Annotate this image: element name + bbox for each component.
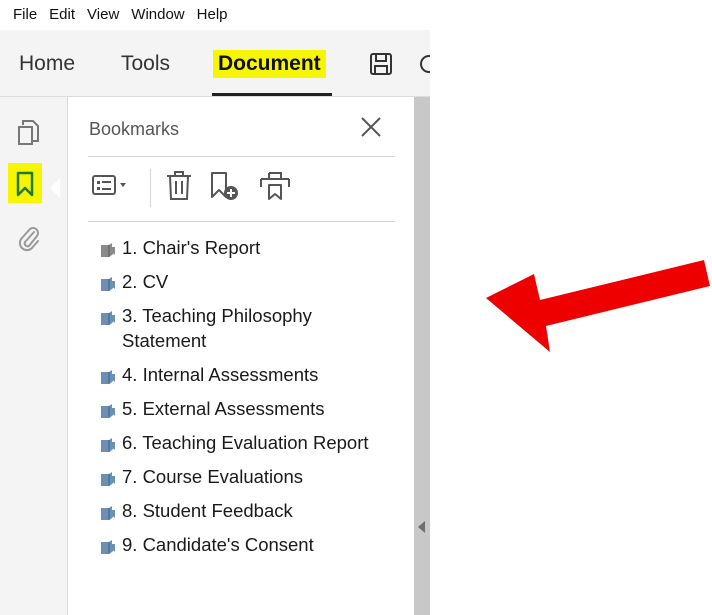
bookmark-label: 5. External Assessments — [122, 398, 325, 419]
bookmark-item[interactable]: 7. Course Evaluations — [100, 464, 390, 489]
bookmark-label: 6. Teaching Evaluation Report — [122, 432, 369, 453]
bookmark-label: 4. Internal Assessments — [122, 364, 319, 385]
bookmark-icon — [100, 240, 116, 257]
trash-icon[interactable] — [164, 169, 194, 208]
bookmark-icon — [100, 308, 116, 325]
divider — [88, 156, 395, 157]
active-tab-indicator — [212, 93, 332, 96]
menu-bar: File Edit View Window Help — [0, 0, 430, 28]
menu-help[interactable]: Help — [197, 6, 228, 23]
active-panel-pointer — [50, 178, 60, 198]
bookmark-label: 2. CV — [122, 271, 169, 292]
bookmarks-toolbar — [88, 169, 388, 209]
tab-home[interactable]: Home — [19, 52, 75, 76]
panel-title: Bookmarks — [89, 119, 180, 139]
bookmark-icon — [100, 367, 116, 384]
bookmark-item[interactable]: 6. Teaching Evaluation Report — [100, 430, 390, 455]
navigation-rail — [0, 97, 68, 615]
panel-splitter[interactable] — [414, 97, 430, 615]
bookmark-label: 1. Chair's Report — [122, 237, 261, 258]
collapse-arrow-icon[interactable] — [418, 521, 425, 533]
bookmark-label: 8. Student Feedback — [122, 500, 293, 521]
bookmark-list: 1. Chair's Report 2. CV 3. Teaching Phil… — [100, 235, 390, 566]
bookmark-label: 7. Course Evaluations — [122, 466, 303, 487]
bookmark-item[interactable]: 3. Teaching Philosophy Statement — [100, 303, 390, 353]
bookmark-item[interactable]: 1. Chair's Report — [100, 235, 390, 260]
bookmark-item[interactable]: 5. External Assessments — [100, 396, 390, 421]
menu-view[interactable]: View — [87, 6, 119, 23]
save-icon[interactable] — [368, 51, 394, 82]
tab-document[interactable]: Document — [213, 50, 326, 78]
bookmark-icon — [100, 537, 116, 554]
bookmark-item[interactable]: 8. Student Feedback — [100, 498, 390, 523]
bookmark-icon — [100, 435, 116, 452]
tabs-toolbar: Home Tools Document — [0, 30, 430, 97]
bookmark-icon — [100, 274, 116, 291]
page-thumbnails-icon[interactable] — [16, 117, 42, 152]
bookmark-icon[interactable] — [8, 163, 42, 203]
divider — [88, 221, 395, 222]
bookmark-label: 3. Teaching Philosophy Statement — [122, 305, 312, 351]
bookmark-icon — [100, 401, 116, 418]
bookmarks-panel: Bookmarks 1. Chair's Report 2. CV 3. Tea… — [68, 97, 414, 615]
paperclip-icon[interactable] — [16, 223, 42, 258]
tab-tools[interactable]: Tools — [121, 52, 170, 76]
bookmark-icon — [100, 503, 116, 520]
bookmark-item[interactable]: 2. CV — [100, 269, 390, 294]
bookmark-item[interactable]: 4. Internal Assessments — [100, 362, 390, 387]
bookmark-item[interactable]: 9. Candidate's Consent — [100, 532, 390, 557]
menu-edit[interactable]: Edit — [49, 6, 75, 23]
new-bookmark-icon[interactable] — [208, 169, 242, 208]
menu-file[interactable]: File — [13, 6, 37, 23]
cloud-icon[interactable] — [417, 51, 430, 82]
menu-window[interactable]: Window — [131, 6, 184, 23]
bookmark-icon — [100, 469, 116, 486]
toolbar-separator — [150, 169, 151, 207]
options-menu-icon[interactable] — [92, 169, 132, 208]
bookmark-from-structure-icon[interactable] — [258, 169, 292, 208]
red-arrow-icon — [480, 240, 712, 357]
bookmark-label: 9. Candidate's Consent — [122, 534, 314, 555]
close-icon[interactable] — [359, 115, 383, 139]
